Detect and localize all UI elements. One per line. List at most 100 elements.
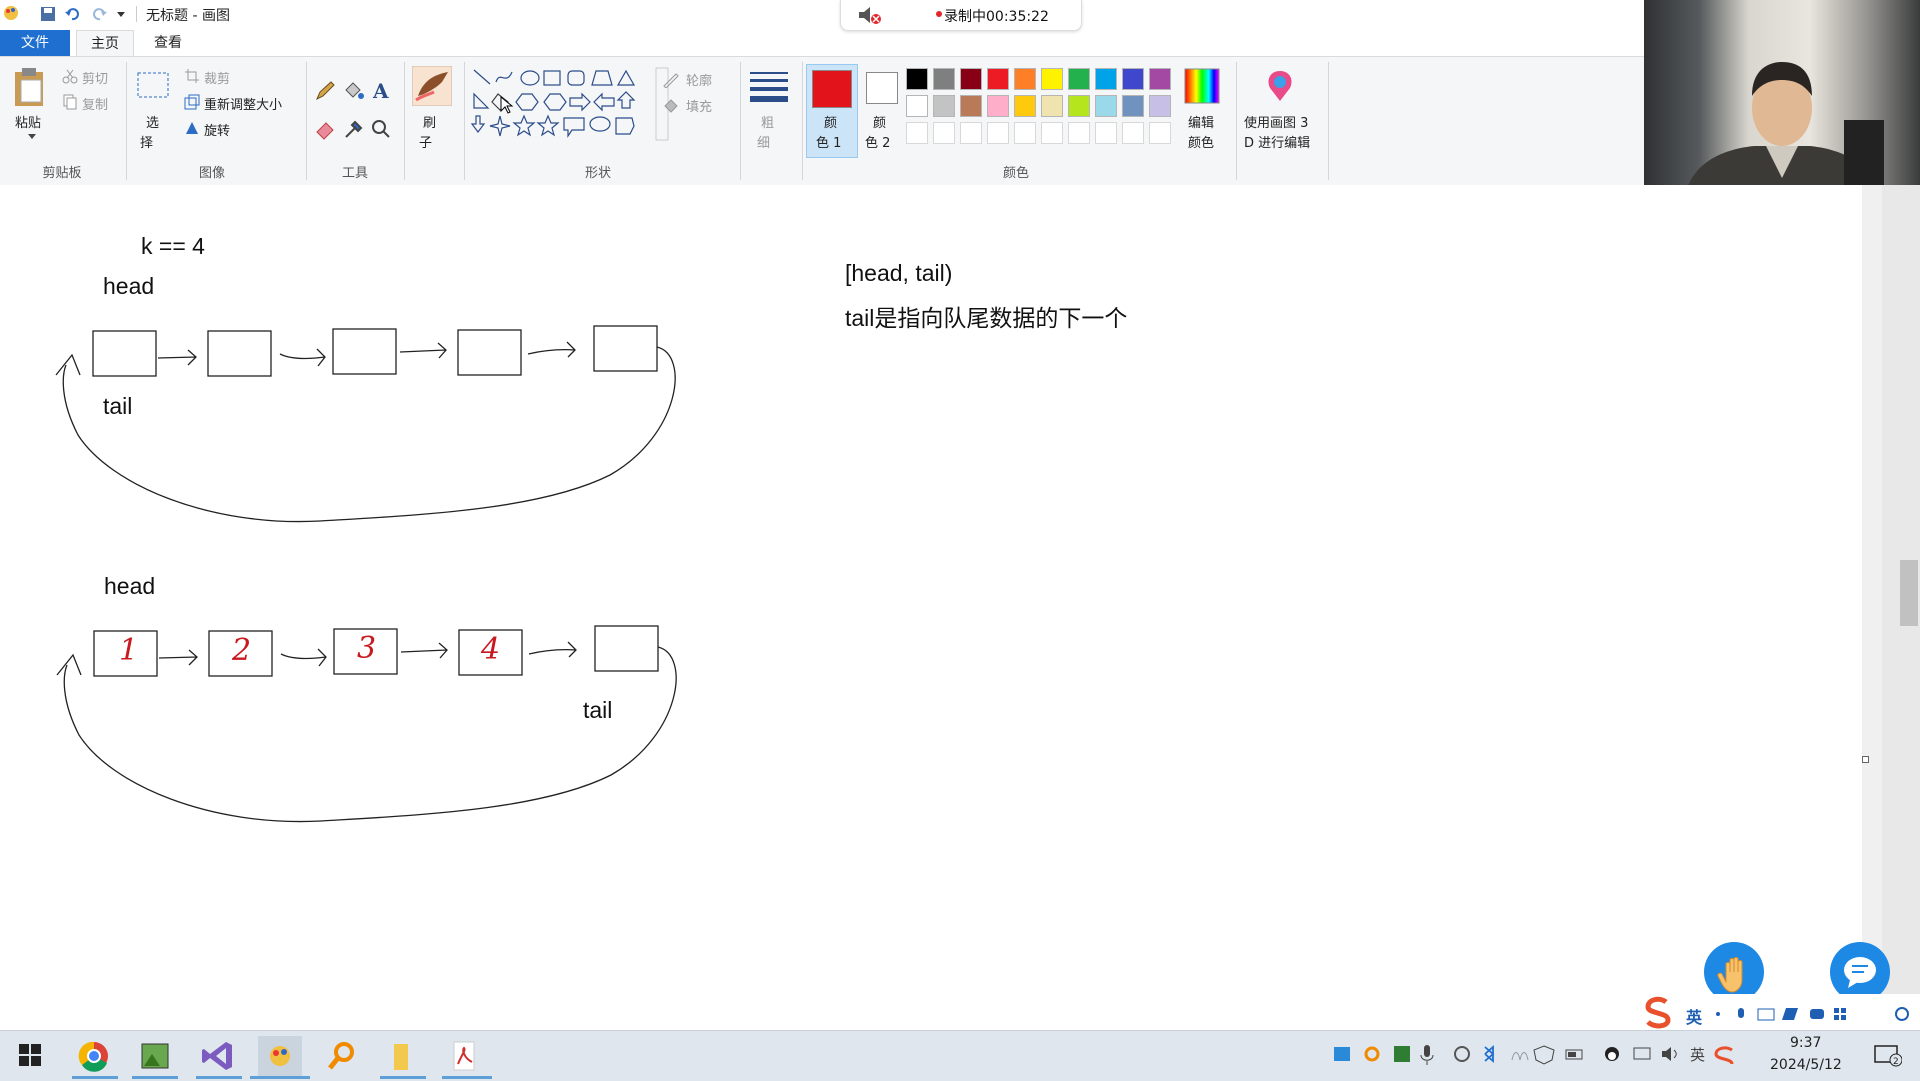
ime-language-toggle[interactable]: 英 <box>1686 1004 1702 1028</box>
outline-icon <box>663 73 679 88</box>
rotate-button[interactable]: 旋转 <box>204 120 230 139</box>
palette-color-swatch[interactable] <box>1149 68 1171 90</box>
file-explorer-icon[interactable] <box>380 1036 424 1076</box>
redo-icon[interactable] <box>92 6 108 22</box>
search-tool-icon[interactable] <box>320 1036 364 1076</box>
tab-file[interactable]: 文件 <box>0 30 70 56</box>
color1-label-top[interactable]: 颜 <box>824 112 837 131</box>
raise-hand-button[interactable] <box>1704 942 1764 1002</box>
select-button-bottom[interactable]: 择 <box>140 132 153 151</box>
arrow-connector <box>400 642 448 659</box>
sogou-ime-icon[interactable] <box>1640 994 1676 1030</box>
text-tool-icon[interactable]: A <box>370 78 394 102</box>
paint3d-icon[interactable] <box>1262 68 1298 104</box>
outline-dropdown[interactable]: 轮廓 <box>686 70 712 89</box>
palette-color-swatch[interactable] <box>906 95 928 117</box>
color1-label-bottom[interactable]: 色 1 <box>816 132 841 151</box>
pdf-reader-icon[interactable] <box>442 1036 486 1076</box>
system-tray-icons[interactable]: 英 <box>1330 1042 1770 1068</box>
fill-bucket-icon[interactable] <box>342 80 364 102</box>
palette-color-swatch[interactable] <box>987 95 1009 117</box>
custom-color-slot[interactable] <box>1041 122 1063 144</box>
chevron-down-icon[interactable] <box>28 134 36 140</box>
custom-color-slot[interactable] <box>987 122 1009 144</box>
notification-center-icon[interactable]: 2 <box>1872 1042 1902 1068</box>
custom-color-slot[interactable] <box>1122 122 1144 144</box>
palette-color-swatch[interactable] <box>1068 68 1090 90</box>
palette-color-swatch[interactable] <box>1122 95 1144 117</box>
head-label: head <box>104 573 156 599</box>
edit-colors-icon[interactable] <box>1184 68 1220 104</box>
line-size-icon[interactable] <box>748 70 790 104</box>
chrome-icon[interactable] <box>72 1036 116 1076</box>
resize-button[interactable]: 重新调整大小 <box>204 94 282 113</box>
color-picker-icon[interactable] <box>342 118 364 140</box>
paste-icon[interactable] <box>12 66 48 108</box>
save-icon[interactable] <box>40 6 56 22</box>
palette-color-swatch[interactable] <box>960 95 982 117</box>
palette-color-swatch[interactable] <box>1041 68 1063 90</box>
palette-color-swatch[interactable] <box>1014 95 1036 117</box>
palette-color-swatch[interactable] <box>960 68 982 90</box>
palette-color-swatch[interactable] <box>987 68 1009 90</box>
size-button-bottom[interactable]: 细 <box>757 132 770 151</box>
palette-color-swatch[interactable] <box>1041 95 1063 117</box>
palette-color-swatch[interactable] <box>1014 68 1036 90</box>
magnifier-icon[interactable] <box>370 118 392 140</box>
palette-color-swatch[interactable] <box>1068 95 1090 117</box>
customize-quick-access-icon[interactable] <box>116 9 126 19</box>
custom-color-slot[interactable] <box>960 122 982 144</box>
color1-swatch[interactable] <box>812 70 852 108</box>
paint-taskbar-icon[interactable] <box>258 1036 302 1076</box>
paint3d-label-top[interactable]: 使用画图 3 <box>1244 112 1308 131</box>
custom-color-slot[interactable] <box>1068 122 1090 144</box>
photos-app-icon[interactable] <box>132 1036 176 1076</box>
tab-home[interactable]: 主页 <box>76 30 134 57</box>
brush-icon[interactable] <box>412 66 452 106</box>
visual-studio-icon[interactable] <box>196 1036 240 1076</box>
custom-color-slot[interactable] <box>1014 122 1036 144</box>
cut-button[interactable]: 剪切 <box>82 68 108 87</box>
custom-color-slot[interactable] <box>1149 122 1171 144</box>
pencil-icon[interactable] <box>314 80 336 102</box>
color2-swatch[interactable] <box>866 72 898 104</box>
palette-color-swatch[interactable] <box>1095 95 1117 117</box>
palette-color-swatch[interactable] <box>933 95 955 117</box>
color2-label-top[interactable]: 颜 <box>873 112 886 131</box>
eraser-icon[interactable] <box>314 118 336 140</box>
brush-button-top[interactable]: 刷 <box>423 112 436 131</box>
node-value: 1 <box>119 633 139 668</box>
palette-color-swatch[interactable] <box>1122 68 1144 90</box>
edit-colors-label-bottom[interactable]: 颜色 <box>1188 132 1214 151</box>
palette-color-swatch[interactable] <box>933 68 955 90</box>
paint3d-label-bottom[interactable]: D 进行编辑 <box>1244 132 1310 151</box>
active-app-indicator <box>132 1076 178 1079</box>
canvas-resize-handle[interactable] <box>1862 756 1869 763</box>
select-rectangle-icon[interactable] <box>136 70 170 100</box>
paste-button[interactable]: 粘贴 <box>15 112 41 131</box>
windows-start-icon[interactable] <box>18 1043 42 1067</box>
palette-color-swatch[interactable] <box>906 68 928 90</box>
custom-color-slot[interactable] <box>933 122 955 144</box>
brush-button-bottom[interactable]: 子 <box>419 132 432 151</box>
custom-color-slot[interactable] <box>906 122 928 144</box>
chat-button[interactable] <box>1830 942 1890 1002</box>
size-button-top[interactable]: 粗 <box>761 112 774 131</box>
color2-label-bottom[interactable]: 色 2 <box>865 132 890 151</box>
clock-time[interactable]: 9:37 <box>1790 1035 1821 1051</box>
palette-color-swatch[interactable] <box>1149 95 1171 117</box>
ime-tool-icons[interactable] <box>1710 1004 1910 1024</box>
clock-date[interactable]: 2024/5/12 <box>1770 1057 1842 1073</box>
loop-back-curve <box>63 646 677 823</box>
undo-icon[interactable] <box>64 6 80 22</box>
scrollbar-thumb[interactable] <box>1900 560 1918 626</box>
fill-dropdown[interactable]: 填充 <box>686 96 712 115</box>
custom-color-slot[interactable] <box>1095 122 1117 144</box>
copy-button[interactable]: 复制 <box>82 94 108 113</box>
select-button-top[interactable]: 选 <box>146 112 159 131</box>
speaker-muted-icon[interactable] <box>856 4 884 26</box>
edit-colors-label-top[interactable]: 编辑 <box>1188 112 1214 131</box>
palette-color-swatch[interactable] <box>1095 68 1117 90</box>
crop-button[interactable]: 裁剪 <box>204 68 230 87</box>
tab-view[interactable]: 查看 <box>140 30 196 56</box>
